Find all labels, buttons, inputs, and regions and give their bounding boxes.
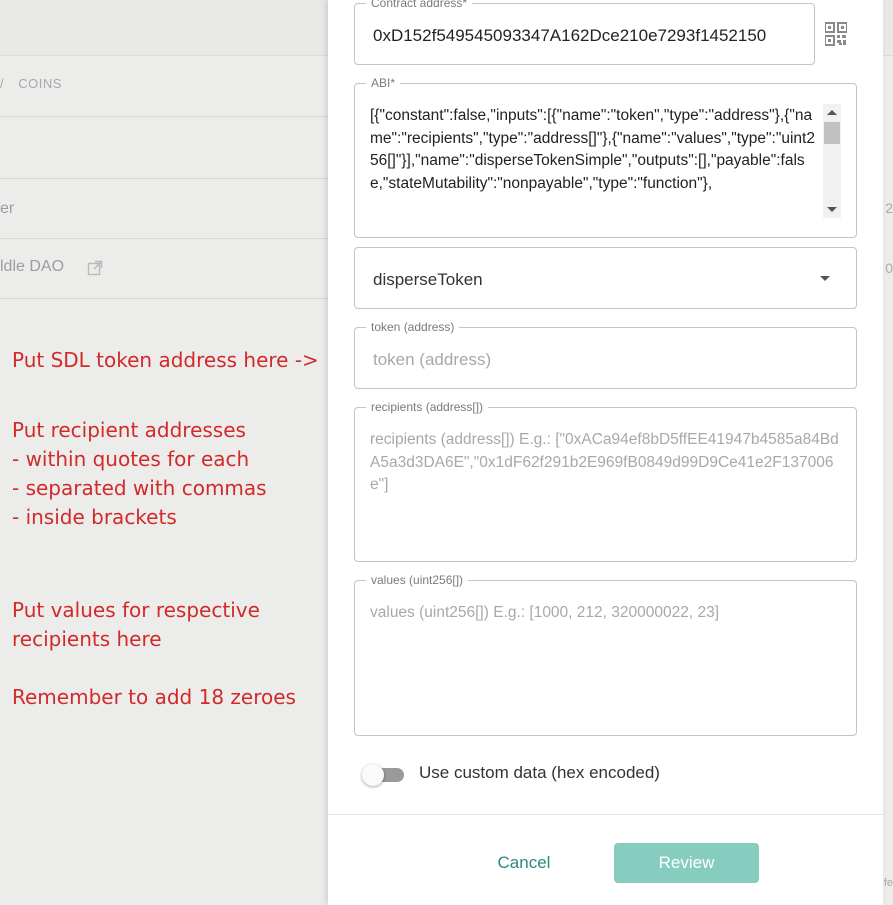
divider (0, 116, 340, 117)
qr-code-icon[interactable] (825, 22, 847, 46)
annotation-line: Put SDL token address here -> (12, 348, 319, 372)
recipients-textarea[interactable]: recipients (address[]) recipients (addre… (354, 400, 857, 562)
recipients-label: recipients (address[]) (366, 400, 489, 414)
footer-divider (328, 814, 883, 815)
breadcrumb: / COINS (0, 76, 62, 91)
annotation-line: Remember to add 18 zeroes (12, 685, 296, 709)
abi-textarea[interactable]: ABI* [{"constant":false,"inputs":[{"name… (354, 76, 857, 238)
abi-scrollbar[interactable] (823, 104, 841, 218)
divider (0, 238, 340, 239)
annotation-line: - within quotes for each (12, 447, 250, 471)
contract-interaction-modal: Contract address* 0xD152f549545093347A16… (328, 0, 883, 905)
abi-value[interactable]: [{"constant":false,"inputs":[{"name":"to… (370, 105, 822, 217)
scroll-down-icon[interactable] (827, 207, 837, 212)
table-cell: 0 (885, 260, 893, 276)
divider (0, 178, 340, 179)
token-address-placeholder[interactable]: token (address) (373, 350, 491, 370)
recipients-placeholder[interactable]: recipients (address[]) E.g.: ["0xACa94ef… (370, 429, 845, 497)
custom-data-toggle[interactable] (362, 763, 408, 787)
breadcrumb-item-coins[interactable]: COINS (18, 76, 62, 91)
annotation-values: Put values for respective recipients her… (12, 596, 260, 654)
annotation-line: Put recipient addresses (12, 418, 246, 442)
divider (0, 298, 340, 299)
values-textarea[interactable]: values (uint256[]) values (uint256[]) E.… (354, 573, 857, 736)
review-button[interactable]: Review (614, 843, 759, 883)
annotation-line: recipients here (12, 627, 162, 651)
table-header-cell: 2 (885, 200, 893, 216)
table-cell-name[interactable]: ldle DAO (0, 258, 64, 276)
annotation-line: Put values for respective (12, 598, 260, 622)
method-select-value[interactable]: disperseToken (373, 270, 483, 290)
abi-label: ABI* (366, 76, 401, 90)
cancel-button[interactable]: Cancel (474, 843, 574, 883)
table-header-cell: er (0, 200, 15, 217)
contract-address-label: Contract address* (366, 0, 473, 10)
breadcrumb-separator: / (0, 76, 5, 91)
token-address-label: token (address) (366, 320, 460, 334)
external-link-icon[interactable] (87, 260, 103, 276)
chevron-down-icon[interactable] (820, 276, 830, 281)
annotation-token: Put SDL token address here -> (12, 346, 319, 375)
token-address-input[interactable]: token (address) token (address) (354, 320, 857, 389)
contract-address-field[interactable]: Contract address* 0xD152f549545093347A16… (354, 0, 815, 65)
contract-address-value[interactable]: 0xD152f549545093347A162Dce210e7293f14521… (373, 26, 766, 46)
annotation-recipients: Put recipient addresses - within quotes … (12, 416, 267, 532)
annotation-line: - inside brackets (12, 505, 177, 529)
annotation-zeroes: Remember to add 18 zeroes (12, 683, 296, 712)
scroll-up-icon[interactable] (827, 110, 837, 115)
values-placeholder[interactable]: values (uint256[]) E.g.: [1000, 212, 320… (370, 602, 845, 625)
scrollbar-thumb[interactable] (824, 122, 840, 144)
method-select[interactable]: disperseToken (354, 247, 857, 309)
annotation-line: - separated with commas (12, 476, 267, 500)
background-text: fe (883, 877, 893, 889)
values-label: values (uint256[]) (366, 573, 469, 587)
toggle-knob[interactable] (362, 764, 384, 786)
custom-data-label[interactable]: Use custom data (hex encoded) (419, 763, 660, 783)
